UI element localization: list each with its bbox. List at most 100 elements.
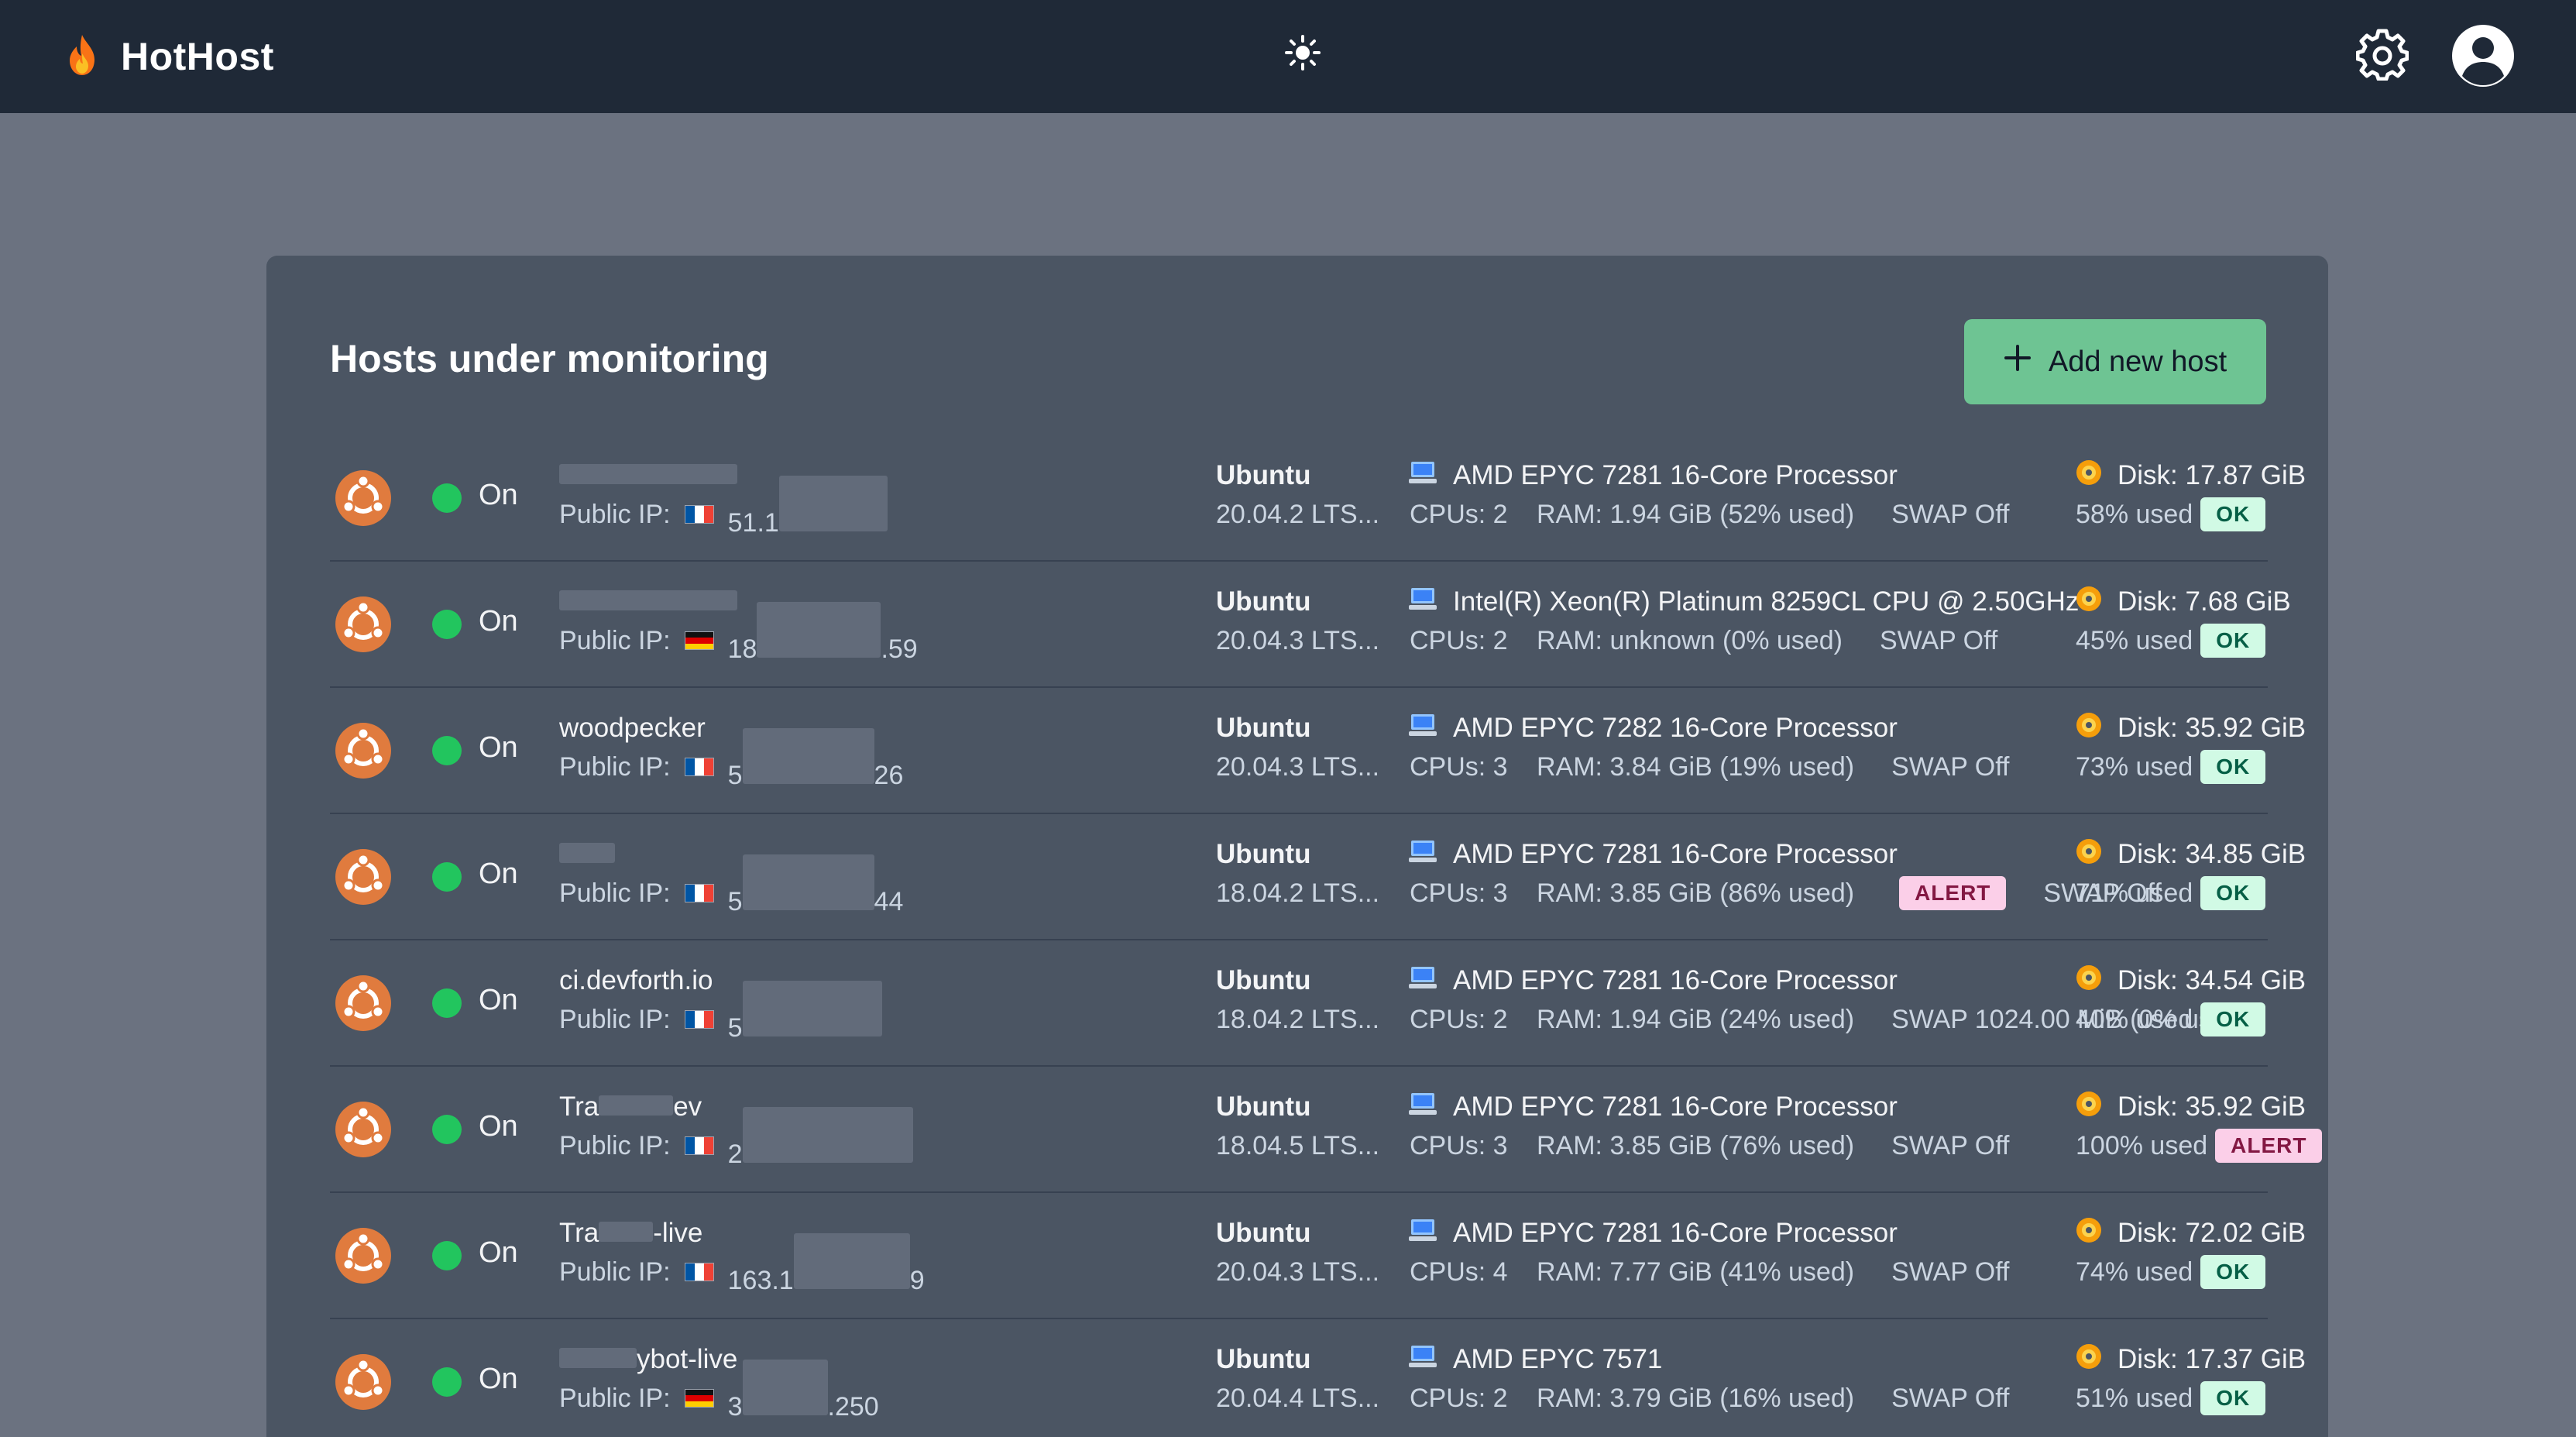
cpu-count: CPUs: 2 <box>1410 499 1508 529</box>
disk-icon <box>2076 1217 2102 1250</box>
ubuntu-logo-icon <box>335 722 392 779</box>
user-avatar-button[interactable] <box>2451 23 2516 88</box>
host-row[interactable]: On ybot-live Public IP: 3 .250 Ubuntu 20.… <box>330 1319 2306 1437</box>
user-circle-icon <box>2451 25 2516 91</box>
host-row[interactable]: On ci.devforth.io Public IP: 5 Ubuntu 18… <box>330 940 2306 1067</box>
ip-address: 5 44 <box>727 854 903 917</box>
cpu-model: AMD EPYC 7571 <box>1453 1344 1663 1374</box>
public-ip-label: Public IP: <box>559 878 671 908</box>
ram-usage: RAM: 7.77 GiB (41% used) <box>1537 1257 1855 1287</box>
country-flag-icon <box>684 884 714 902</box>
disk-used-percent: 73% used <box>2076 751 2193 782</box>
disk-icon <box>2076 1343 2102 1377</box>
ram-usage: RAM: 3.84 GiB (19% used) <box>1537 751 1855 782</box>
public-ip: Public IP: 5 26 <box>559 727 903 790</box>
ip-prefix: 18 <box>727 634 757 664</box>
hostname[interactable] <box>559 459 737 493</box>
status-text: On <box>479 1363 518 1395</box>
host-row[interactable]: On Public IP: 51.1 Ubuntu 20.04.2 LTS...… <box>330 435 2306 562</box>
hostname[interactable]: Tra -live <box>559 1216 702 1250</box>
disk-info: Disk: 72.02 GiB <box>2076 1216 2306 1250</box>
swap-usage: SWAP Off <box>1891 1257 2010 1287</box>
ip-suffix: 9 <box>909 1265 925 1295</box>
ip-address: 5 26 <box>728 727 903 791</box>
settings-button[interactable] <box>2354 28 2410 84</box>
disk-info: Disk: 17.37 GiB <box>2076 1342 2306 1377</box>
status-text: On <box>479 479 518 511</box>
disk-used-percent: 40% used <box>2076 1004 2193 1034</box>
ip-prefix: 5 <box>727 886 743 916</box>
host-row[interactable]: On Public IP: 18.59 Ubuntu 20.04.3 LTS..… <box>330 562 2291 688</box>
cpu-info: AMD EPYC 7281 16-Core Processor <box>1408 459 1898 493</box>
os-version: 20.04.2 LTS... <box>1216 500 1380 529</box>
computer-icon <box>1408 1092 1437 1123</box>
ubuntu-logo-icon <box>335 848 392 906</box>
host-row[interactable]: On Public IP: 5 44 Ubuntu 18.04.2 LTS... … <box>330 814 2306 940</box>
os-version: 20.04.3 LTS... <box>1216 626 1380 655</box>
os-name: Ubuntu <box>1216 1218 1311 1248</box>
cpu-info: AMD EPYC 7571 <box>1408 1342 1662 1377</box>
theme-toggle-button[interactable] <box>1283 34 1323 74</box>
public-ip-label: Public IP: <box>559 499 671 529</box>
hostname[interactable] <box>559 585 737 619</box>
disk-status-badge: OK <box>2200 750 2266 784</box>
os-name: Ubuntu <box>1216 586 1311 617</box>
host-row[interactable]: On Tra -live Public IP: 163.1 9 Ubuntu 20.… <box>330 1193 2306 1319</box>
disk-usage: 74% used OK <box>2076 1255 2266 1289</box>
public-ip: Public IP: 3 .250 <box>559 1359 879 1422</box>
disk-used-percent: 58% used <box>2076 499 2193 529</box>
disk-info: Disk: 17.87 GiB <box>2076 459 2306 493</box>
disk-size: Disk: 35.92 GiB <box>2117 713 2306 743</box>
redacted-hostname <box>599 1095 674 1116</box>
os-name: Ubuntu <box>1216 1344 1311 1374</box>
public-ip: Public IP: 51.1 <box>559 475 888 538</box>
hostname-suffix: ybot-live <box>637 1344 738 1374</box>
host-row[interactable]: On woodpecker Public IP: 5 26 Ubuntu 20.0… <box>330 688 2306 814</box>
status-text: On <box>479 731 518 764</box>
disk-size: Disk: 17.37 GiB <box>2117 1344 2306 1374</box>
public-ip: Public IP: 5 <box>559 980 882 1043</box>
disk-used-percent: 71% used <box>2076 878 2193 908</box>
hostname-prefix: woodpecker <box>559 713 706 743</box>
host-specs: CPUs: 3 RAM: 3.85 GiB (76% used) SWAP Of… <box>1410 1129 2009 1163</box>
os-version: 18.04.5 LTS... <box>1216 1131 1380 1160</box>
disk-size: Disk: 34.85 GiB <box>2117 839 2306 869</box>
computer-icon <box>1408 460 1437 492</box>
redacted-hostname <box>599 1222 654 1242</box>
host-specs: CPUs: 2 RAM: 3.79 GiB (16% used) SWAP Of… <box>1410 1381 2009 1415</box>
ubuntu-logo-icon <box>335 1227 392 1284</box>
hostname[interactable] <box>559 837 615 871</box>
status-indicator <box>432 862 462 892</box>
cpu-count: CPUs: 2 <box>1410 1004 1508 1034</box>
os-version: 20.04.3 LTS... <box>1216 752 1380 782</box>
cpu-model: AMD EPYC 7281 16-Core Processor <box>1453 1092 1898 1122</box>
flame-icon <box>65 33 99 81</box>
swap-usage: SWAP Off <box>1891 1130 2010 1160</box>
disk-status-badge: OK <box>2200 497 2266 531</box>
ip-address: 3 .250 <box>728 1359 879 1422</box>
computer-icon <box>1408 713 1437 744</box>
ubuntu-logo-icon <box>335 975 392 1032</box>
status-text: On <box>479 1110 518 1143</box>
ip-address: 2 <box>728 1106 913 1170</box>
hostname[interactable]: Tra ev <box>559 1090 702 1124</box>
host-row[interactable]: On Tra ev Public IP: 2 Ubuntu 18.04.5 LTS… <box>330 1067 2323 1193</box>
public-ip: Public IP: 18.59 <box>559 601 918 664</box>
country-flag-icon <box>684 1136 714 1155</box>
hostname-prefix: Tra <box>559 1092 599 1122</box>
brand[interactable]: HotHost <box>65 31 274 82</box>
hostname[interactable]: woodpecker <box>559 711 706 745</box>
public-ip-label: Public IP: <box>559 1257 671 1287</box>
ip-address: 163.1 9 <box>728 1232 925 1296</box>
swap-usage: SWAP Off <box>1891 751 2010 782</box>
redacted-hostname <box>559 1348 637 1368</box>
disk-usage: 73% used OK <box>2076 750 2266 784</box>
swap-usage: SWAP Off <box>1891 1383 2010 1413</box>
disk-status-badge: ALERT <box>2215 1129 2323 1163</box>
hostname[interactable]: ci.devforth.io <box>559 964 713 998</box>
panel-title: Hosts under monitoring <box>330 337 769 380</box>
host-specs: CPUs: 2 RAM: 1.94 GiB (52% used) SWAP Of… <box>1410 497 2009 531</box>
add-new-host-button[interactable]: Add new host <box>1964 319 2266 404</box>
hostname[interactable]: ybot-live <box>559 1342 737 1377</box>
public-ip: Public IP: 163.1 9 <box>559 1232 925 1295</box>
